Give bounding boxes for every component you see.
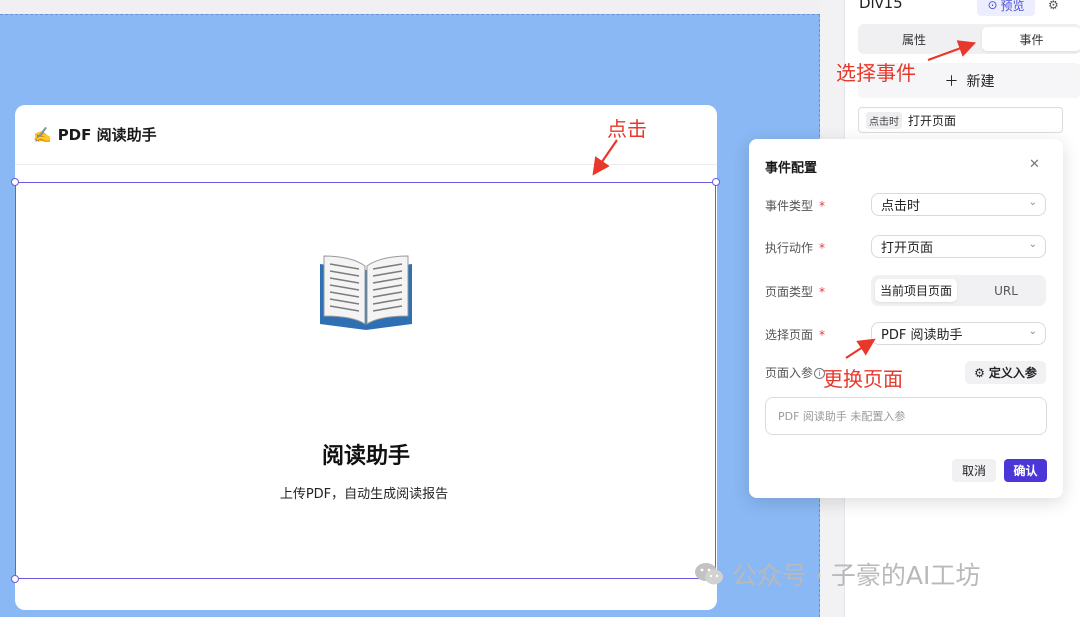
annotation-change-page: 更换页面 — [823, 367, 903, 391]
wechat-icon — [695, 563, 723, 585]
watermark-text: 公众号 · 子豪的AI工坊 — [732, 561, 981, 590]
watermark: 公众号 · 子豪的AI工坊 — [694, 556, 980, 592]
annotation-click: 点击 — [607, 117, 647, 141]
arrow-click — [592, 139, 618, 176]
arrow-change-page — [845, 338, 876, 359]
annotation-arrows — [592, 40, 977, 359]
annotation-select-event: 选择事件 — [836, 61, 916, 85]
arrow-select-event — [927, 40, 977, 62]
